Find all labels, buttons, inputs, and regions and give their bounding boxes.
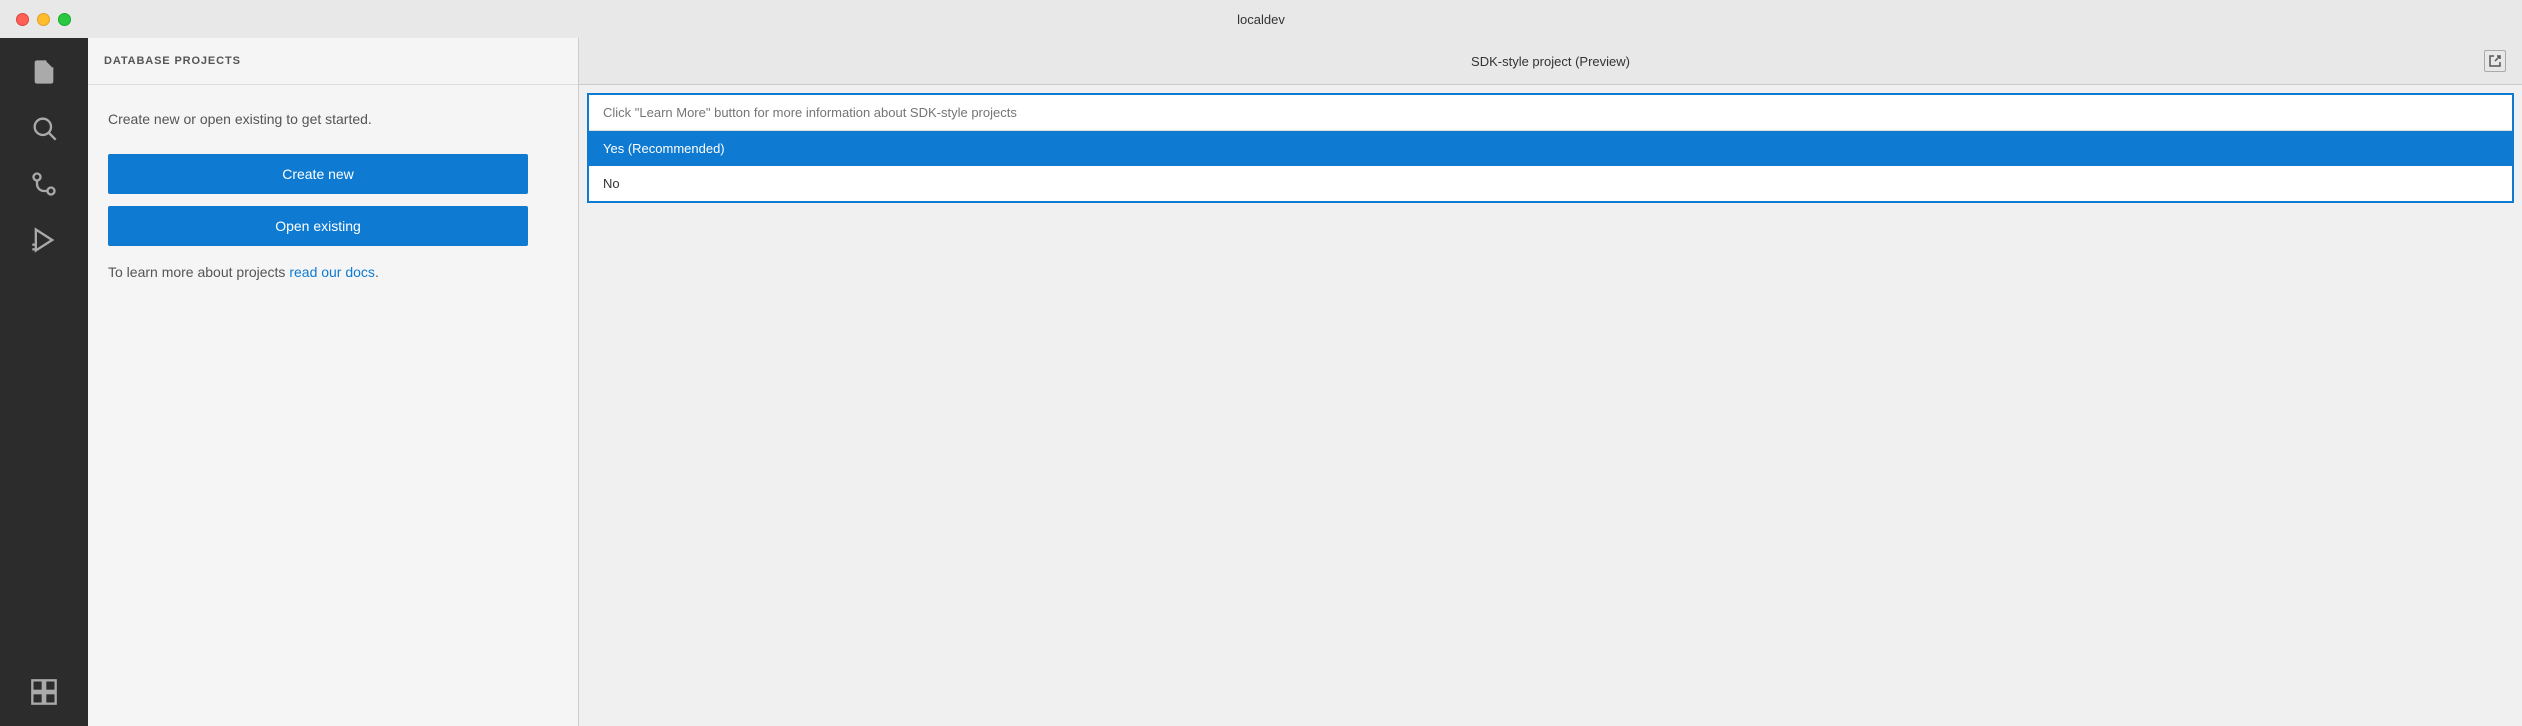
docs-text-before: To learn more about projects bbox=[108, 264, 289, 280]
sdk-dropdown-container: Yes (Recommended) No bbox=[587, 93, 2514, 203]
sdk-option-yes[interactable]: Yes (Recommended) bbox=[589, 131, 2512, 166]
maximize-button[interactable] bbox=[58, 13, 71, 26]
traffic-lights bbox=[16, 13, 71, 26]
docs-text-after: . bbox=[375, 264, 379, 280]
open-external-icon[interactable] bbox=[2484, 50, 2506, 72]
sidebar-item-files[interactable] bbox=[18, 46, 70, 98]
open-existing-button[interactable]: Open existing bbox=[108, 206, 528, 246]
sdk-option-no[interactable]: No bbox=[589, 166, 2512, 201]
sidebar-panel: DATABASE PROJECTS Create new or o bbox=[88, 38, 648, 726]
sidebar-header-title: DATABASE PROJECTS bbox=[104, 55, 241, 67]
sidebar-description: Create new or open existing to get start… bbox=[108, 109, 627, 130]
sidebar-item-search[interactable] bbox=[18, 102, 70, 154]
sidebar-item-extensions[interactable] bbox=[18, 666, 70, 718]
app-body: DATABASE PROJECTS Create new or o bbox=[0, 38, 2522, 726]
docs-link[interactable]: read our docs bbox=[289, 264, 375, 280]
sdk-dropdown-list: Yes (Recommended) No bbox=[589, 130, 2512, 201]
sidebar-item-source-control[interactable] bbox=[18, 158, 70, 210]
sdk-dialog: SDK-style project (Preview) Yes (Recomme… bbox=[578, 38, 2522, 726]
sdk-dropdown-input[interactable] bbox=[589, 95, 2512, 130]
sidebar-header: DATABASE PROJECTS bbox=[88, 38, 647, 85]
titlebar: localdev bbox=[0, 0, 2522, 38]
sidebar-docs: To learn more about projects read our do… bbox=[108, 262, 627, 283]
minimize-button[interactable] bbox=[37, 13, 50, 26]
main-content: DATABASE PROJECTS Create new or o bbox=[88, 38, 2522, 726]
sidebar-item-run[interactable] bbox=[18, 214, 70, 266]
titlebar-title: localdev bbox=[1237, 12, 1285, 27]
sidebar-body: Create new or open existing to get start… bbox=[88, 85, 647, 307]
activity-bar bbox=[0, 38, 88, 726]
create-new-button[interactable]: Create new bbox=[108, 154, 528, 194]
sdk-dialog-header: SDK-style project (Preview) bbox=[579, 38, 2522, 85]
sdk-dialog-title: SDK-style project (Preview) bbox=[617, 54, 2484, 69]
close-button[interactable] bbox=[16, 13, 29, 26]
